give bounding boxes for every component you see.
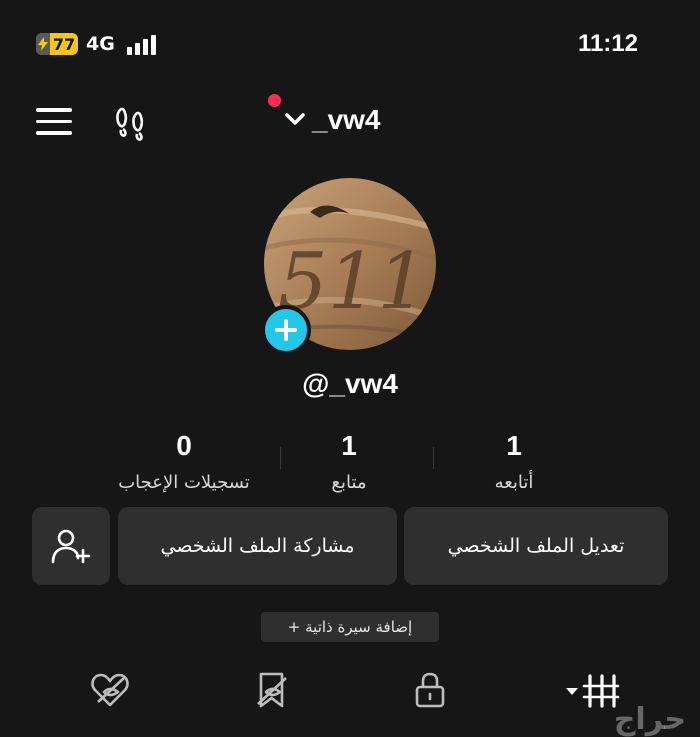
notification-dot <box>268 94 281 107</box>
likes-stat[interactable]: 0 تسجيلات الإعجاب <box>84 430 284 493</box>
bookmark-icon[interactable] <box>250 668 294 712</box>
videos-grid-icon[interactable] <box>564 668 620 712</box>
account-switcher[interactable]: _vw4 <box>284 104 381 136</box>
add-user-icon <box>51 529 91 564</box>
header-username: _vw4 <box>312 104 381 135</box>
profile-handle: @_vw4 <box>302 368 398 399</box>
battery-level: 77 <box>52 34 76 54</box>
watermark: حراج <box>613 702 686 737</box>
edit-profile-button[interactable]: تعديل الملف الشخصي <box>404 507 668 585</box>
battery-indicator: 77 <box>36 33 78 55</box>
signal-icon <box>127 35 156 55</box>
chevron-down-icon <box>284 111 306 130</box>
add-bio-button[interactable]: + إضافة سيرة ذاتية <box>261 612 439 642</box>
charging-icon <box>36 33 50 55</box>
menu-icon[interactable] <box>36 108 72 138</box>
add-friend-button[interactable] <box>32 507 110 585</box>
share-profile-button[interactable]: مشاركة الملف الشخصي <box>118 507 397 585</box>
liked-icon[interactable] <box>88 668 132 712</box>
network-type: 4G <box>86 33 115 55</box>
likes-label: تسجيلات الإعجاب <box>118 472 250 493</box>
status-time: 11:12 <box>577 30 638 57</box>
footprint-icon[interactable] <box>112 104 152 144</box>
likes-count: 0 <box>176 430 192 461</box>
lock-icon[interactable] <box>408 668 452 712</box>
status-bar: 77 4G 11:12 <box>0 0 700 90</box>
add-avatar-button[interactable] <box>261 305 311 355</box>
plus-icon <box>275 319 297 341</box>
